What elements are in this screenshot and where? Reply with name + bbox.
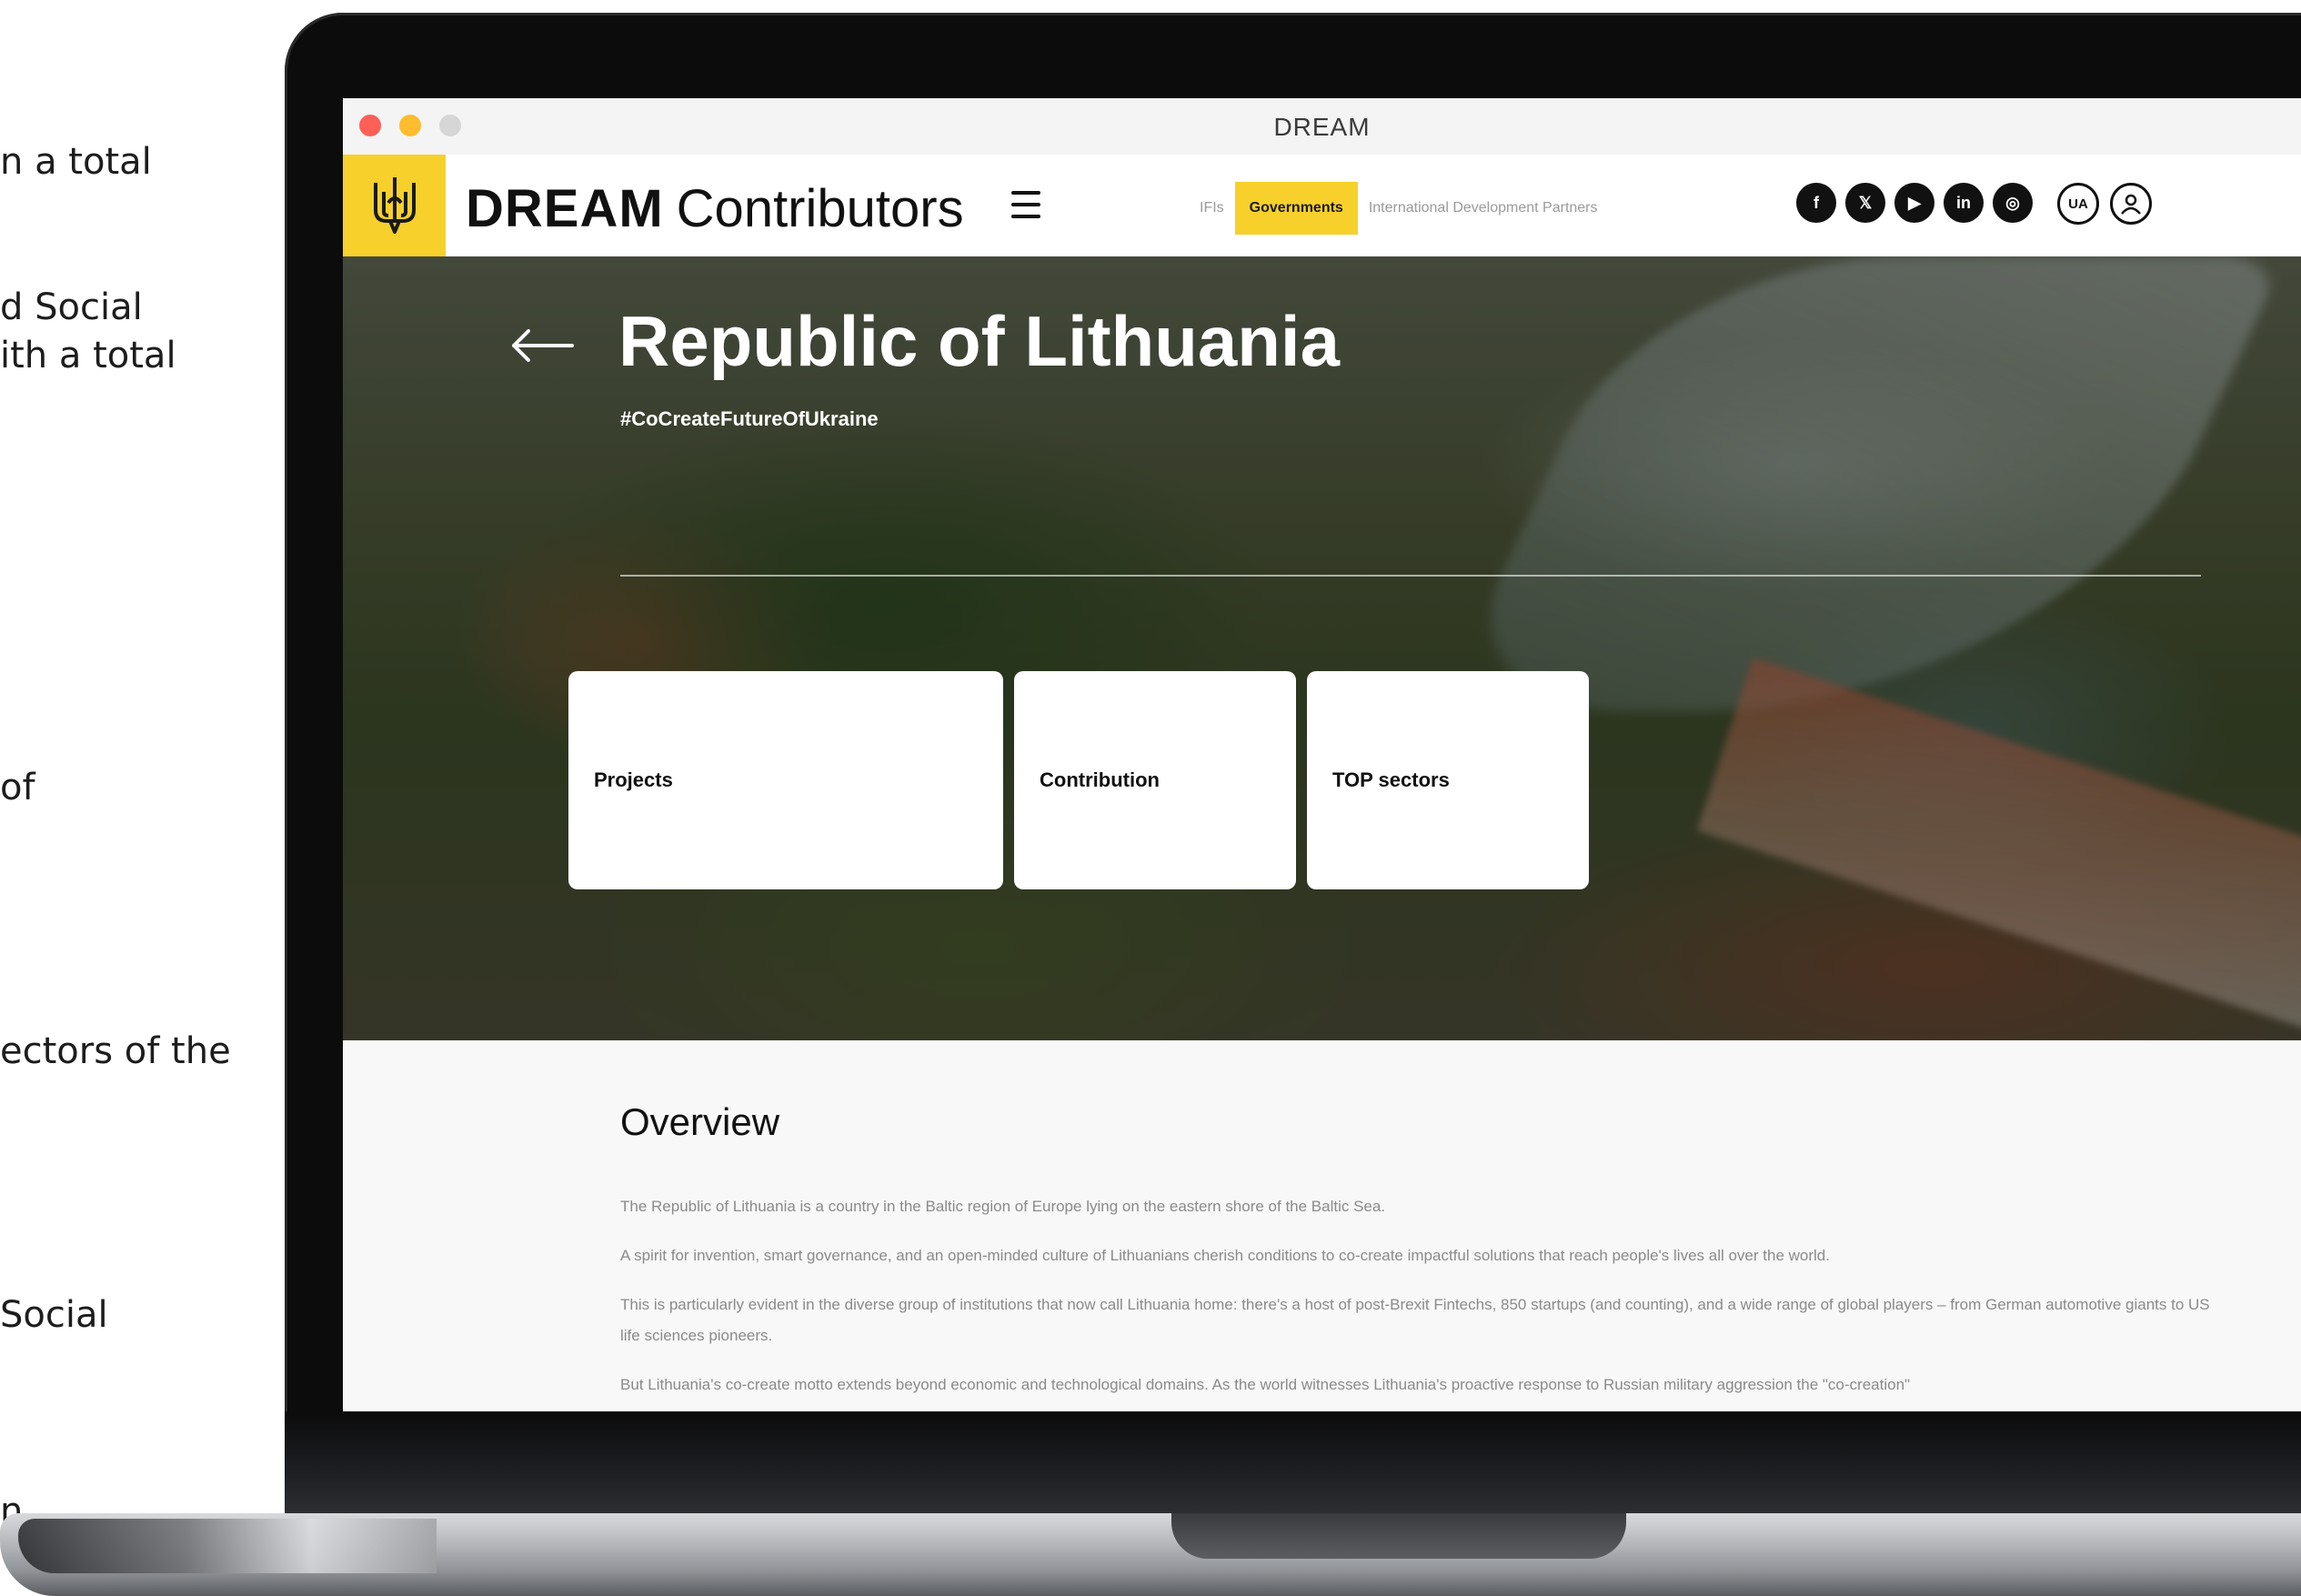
nav-item-governments[interactable]: Governments — [1234, 182, 1358, 235]
card-label: TOP sectors — [1332, 768, 1450, 791]
window-title: DREAM — [1273, 113, 1371, 141]
site-header: DREAM Contributors IFIs Governments Inter… — [343, 155, 2301, 256]
laptop-screen: DREAM DREAM Contributors IFIs Government… — [343, 98, 2301, 1411]
card-label: Projects — [594, 768, 673, 791]
page-title: Republic of Lithuania — [618, 301, 1340, 381]
top-sectors-card[interactable]: TOP sectors — [1307, 671, 1589, 889]
laptop-notch — [1171, 1513, 1626, 1559]
logo[interactable] — [343, 155, 446, 256]
hashtag: #CoCreateFutureOfUkraine — [620, 407, 879, 430]
side-text-line: d Social — [0, 286, 143, 328]
user-icon[interactable] — [2110, 183, 2152, 225]
linkedin-icon[interactable]: in — [1944, 183, 1984, 223]
trident-icon — [373, 177, 416, 234]
hero-section: Republic of Lithuania #CoCreateFutureOfU… — [343, 256, 2301, 1040]
nav-item-international-development-partners[interactable]: International Development Partners — [1358, 200, 1609, 216]
hamburger-menu-icon[interactable] — [1011, 191, 1040, 218]
side-text-line: ectors of the — [0, 1030, 231, 1072]
contribution-card[interactable]: Contribution — [1014, 671, 1296, 889]
overview-paragraph: This is particularly evident in the dive… — [620, 1296, 2210, 1344]
social-links: f 𝕏 ▶ in ◎ — [1796, 183, 2033, 223]
language-switch[interactable]: UA — [2057, 183, 2099, 225]
hero-divider — [620, 575, 2201, 577]
instagram-icon[interactable]: ◎ — [1993, 183, 2033, 223]
card-label: Contribution — [1040, 768, 1160, 791]
brand-title[interactable]: DREAM Contributors — [466, 178, 964, 239]
brand-light: Contributors — [676, 179, 964, 238]
side-text-line: ith a total — [0, 335, 176, 376]
side-text-column: n a total d Social ith a total of ectors… — [0, 0, 291, 1596]
facebook-icon[interactable]: f — [1796, 183, 1836, 223]
header-utilities: UA — [2057, 183, 2152, 225]
laptop-bezel — [285, 1411, 2301, 1513]
overview-section: Overview The Republic of Lithuania is a … — [343, 1040, 2301, 1411]
top-nav: IFIs Governments International Developme… — [1189, 182, 1609, 235]
back-arrow-icon[interactable] — [510, 327, 574, 364]
overview-title: Overview — [620, 1100, 780, 1143]
brand-bold: DREAM — [466, 179, 664, 238]
user-glyph — [2121, 194, 2141, 215]
overview-paragraph: The Republic of Lithuania is a country i… — [620, 1198, 1386, 1215]
x-icon[interactable]: 𝕏 — [1845, 183, 1885, 223]
side-text-line: n a total — [0, 141, 152, 183]
nav-item-ifis[interactable]: IFIs — [1189, 200, 1235, 216]
youtube-icon[interactable]: ▶ — [1894, 183, 1934, 223]
side-text-line: Social — [0, 1294, 108, 1336]
window-titlebar: DREAM — [343, 98, 2301, 156]
overview-paragraph: But Lithuania's co-create motto extends … — [620, 1376, 1911, 1393]
side-text-line: of — [0, 767, 35, 808]
projects-card[interactable]: Projects — [568, 671, 1003, 889]
laptop-base — [0, 1513, 2301, 1596]
overview-paragraph: A spirit for invention, smart governance… — [620, 1247, 1830, 1264]
